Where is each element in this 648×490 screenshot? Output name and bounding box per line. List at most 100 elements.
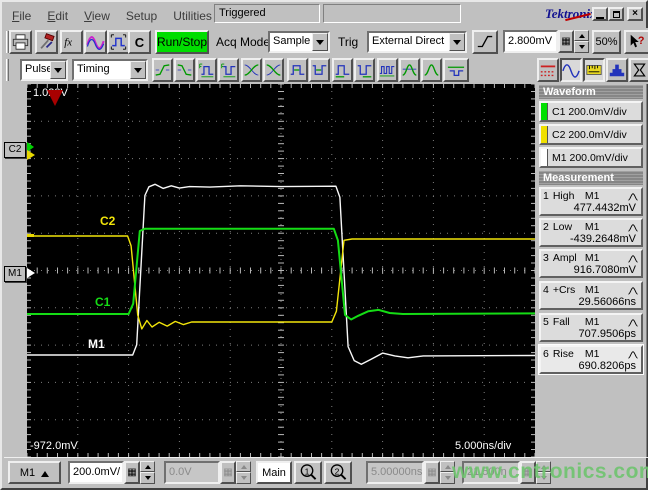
close-button[interactable]: × [627, 7, 643, 21]
keypad-button[interactable]: ▦ [558, 30, 574, 53]
c2-level-pointer[interactable] [27, 150, 35, 160]
measurement-item-pos-crs[interactable]: 4 +Crs M1 29.56066ns [539, 281, 643, 310]
hourglass-toggle-button[interactable] [629, 58, 648, 82]
peak-meas-button[interactable] [421, 58, 442, 82]
magnifier-1-icon: 1 [300, 464, 317, 480]
period-meas-button[interactable] [377, 58, 398, 82]
restore-button[interactable] [608, 7, 624, 21]
run-stop-button[interactable]: Run/Stop [155, 30, 209, 54]
spin-down-button[interactable] [574, 41, 589, 53]
keypad-icon: ▦ [223, 467, 233, 478]
menu-view[interactable]: View [76, 6, 118, 26]
meas-name: High [552, 190, 575, 202]
waveform-item-m1[interactable]: M1 200.0mV/div [539, 147, 643, 168]
m1-channel-handle[interactable]: M1 [4, 266, 26, 282]
trig-level-input[interactable]: 2.800mV [503, 30, 558, 53]
set-50-label: 50% [595, 36, 618, 48]
spin-up-button[interactable] [140, 461, 155, 472]
up-arrow-icon [144, 462, 151, 469]
site-watermark: www.cntronics.com [452, 460, 648, 483]
waveform-button[interactable] [84, 30, 107, 54]
scope-display: 1.028V -972.0mV 5.000ns/div C2 C1 M1 [27, 84, 535, 457]
pos-width-f-meas-button[interactable] [196, 58, 217, 82]
acq-mode-value: Sample [273, 35, 311, 47]
rising-cross-meas-button[interactable] [241, 58, 262, 82]
keypad-button[interactable]: ▦ [124, 461, 140, 484]
trigger-position-marker[interactable] [47, 90, 63, 106]
keypad-icon: ▦ [427, 467, 437, 478]
help-pointer-button[interactable]: ? [624, 30, 648, 54]
rise-time-meas-button[interactable] [152, 58, 173, 82]
up-arrow-icon [240, 462, 247, 469]
menu-utilities[interactable]: Utilities [165, 6, 220, 26]
set-50-percent-button[interactable]: 50% [592, 30, 621, 54]
c2-handle-label: C2 [8, 144, 22, 155]
trig-source-dropdown-button[interactable] [449, 33, 465, 51]
timebase-readout: 5.000ns/div [455, 440, 512, 452]
neg-duty-meas-button[interactable] [354, 58, 375, 82]
spin-down-button [236, 472, 251, 484]
measurement-item-rise[interactable]: 6 Rise M1 690.8206ps [538, 344, 644, 375]
pos-width-meas-button[interactable] [287, 58, 308, 82]
m1-level-pointer[interactable] [27, 268, 35, 278]
utilities-button[interactable] [35, 30, 58, 54]
meas-group-dropdown-button[interactable] [130, 61, 146, 79]
pulse-select-button[interactable] [107, 30, 130, 54]
annotations-toggle-button[interactable] [537, 58, 559, 82]
c2-channel-handle[interactable]: C2 [4, 142, 26, 158]
neg-width-meas-button[interactable] [309, 58, 330, 82]
menu-edit[interactable]: Edit [39, 6, 76, 26]
pos-overshoot-meas-button[interactable] [399, 58, 420, 82]
menu-file[interactable]: File [4, 6, 39, 26]
waveform-display-toggle-button[interactable] [560, 58, 582, 82]
neg-width-f-icon [221, 63, 236, 78]
meas-category-select[interactable]: Pulse [20, 59, 68, 81]
main-timebase-button[interactable]: Main [256, 461, 292, 484]
math-button[interactable]: fx [60, 30, 83, 54]
c2-color-chip [541, 126, 548, 143]
waveform-item-c1[interactable]: C1 200.0mV/div [539, 101, 643, 122]
timebase-group: 5.00000ns ▦ [366, 461, 455, 484]
meas-num: 3 [543, 252, 549, 264]
histogram-toggle-button[interactable] [606, 58, 628, 82]
trig-slope-button[interactable] [472, 30, 498, 54]
acq-mode-dropdown-button[interactable] [312, 33, 328, 51]
measurement-readouts-icon [586, 65, 602, 75]
minimize-button[interactable] [592, 7, 608, 21]
zoom1-button[interactable]: 1 [294, 461, 322, 484]
meas-group-select[interactable]: Timing [72, 59, 148, 81]
vertical-scale-input[interactable]: 200.0mV/ [68, 461, 124, 484]
fall-time-meas-button[interactable] [174, 58, 195, 82]
measurement-item-fall[interactable]: 5 Fall M1 707.9506ps [539, 313, 643, 342]
spin-up-button[interactable] [574, 30, 589, 41]
low-level-meas-button[interactable] [443, 58, 469, 82]
pos-duty-meas-button[interactable] [332, 58, 353, 82]
c1-scale-label: C1 200.0mV/div [552, 106, 627, 118]
meas-category-dropdown-button[interactable] [50, 61, 66, 79]
falling-cross-meas-button[interactable] [263, 58, 284, 82]
panel-divider [646, 84, 647, 457]
toolbar-grip[interactable] [6, 59, 9, 81]
meas-num: 1 [543, 190, 549, 202]
readouts-toggle-button[interactable] [583, 58, 605, 82]
meas-source: M1 [584, 348, 600, 360]
zoom2-button[interactable]: 2 [324, 461, 352, 484]
multi-pulse-icon [379, 66, 395, 77]
trig-source-select[interactable]: External Direct [367, 31, 467, 53]
measurement-item-low[interactable]: 2 Low M1 -439.2648mV [539, 218, 643, 247]
measurement-item-high[interactable]: 1 High M1 477.4432mV [539, 187, 643, 216]
measurement-item-ampl[interactable]: 3 Ampl M1 916.7080mV [539, 249, 643, 278]
menu-setup[interactable]: Setup [118, 6, 165, 26]
meas-value: 477.4432mV [573, 202, 636, 214]
pulse-icon [628, 318, 638, 327]
acq-mode-select[interactable]: Sample [268, 31, 330, 53]
fx-icon-text: fx [64, 37, 72, 49]
print-button[interactable] [9, 30, 32, 54]
spin-down-button[interactable] [140, 472, 155, 484]
meas-num: 2 [543, 221, 549, 233]
clear-button[interactable]: C [128, 30, 151, 54]
neg-width-f-meas-button[interactable] [218, 58, 239, 82]
channel-select-button[interactable]: M1 [8, 461, 61, 484]
measurement-toolbar: Pulse Timing [4, 56, 648, 84]
waveform-item-c2[interactable]: C2 200.0mV/div [539, 124, 643, 145]
